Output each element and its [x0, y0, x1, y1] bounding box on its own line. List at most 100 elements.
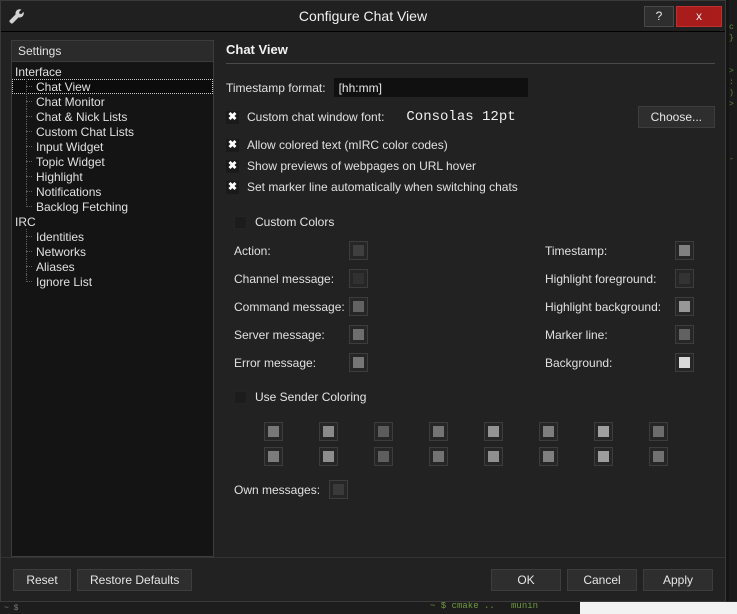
color-swatch-channel-message[interactable]: [349, 269, 368, 288]
dialog-body: Settings InterfaceChat ViewChat MonitorC…: [1, 32, 725, 557]
sidebar-item-topic-widget[interactable]: Topic Widget: [12, 154, 213, 169]
sender-color-swatch-11[interactable]: [374, 447, 393, 466]
sender-color-swatch-14[interactable]: [539, 447, 558, 466]
sidebar-item-chat-monitor[interactable]: Chat Monitor: [12, 94, 213, 109]
custom-colors-group-header: Custom Colors: [234, 215, 715, 229]
sender-coloring-group-header: Use Sender Coloring: [234, 390, 715, 404]
chat-view-settings-pane: Chat View Timestamp format: Custom chat …: [214, 40, 715, 557]
title-divider: [226, 63, 715, 64]
sidebar-item-custom-chat-lists[interactable]: Custom Chat Lists: [12, 124, 213, 139]
swatch-fill: [353, 245, 364, 256]
color-swatch-server-message[interactable]: [349, 325, 368, 344]
sender-coloring-checkbox[interactable]: [234, 391, 247, 404]
color-label-background: Background:: [545, 356, 675, 370]
sidebar-item-irc[interactable]: IRC: [12, 214, 213, 229]
custom-colors-checkbox[interactable]: [234, 216, 247, 229]
swatch-fill: [353, 273, 364, 284]
sender-color-swatch-5[interactable]: [484, 422, 503, 441]
swatch-fill: [268, 426, 279, 437]
sender-color-swatch-10[interactable]: [319, 447, 338, 466]
chat-view-toggle-list: Allow colored text (mIRC color codes) Sho…: [226, 138, 715, 201]
sender-color-swatch-12[interactable]: [429, 447, 448, 466]
ok-button[interactable]: OK: [491, 569, 561, 591]
swatch-fill: [323, 426, 334, 437]
color-swatch-error-message[interactable]: [349, 353, 368, 372]
settings-tree-header: Settings: [12, 41, 213, 62]
sidebar-item-label: Notifications: [36, 185, 101, 199]
sender-color-swatch-16[interactable]: [649, 447, 668, 466]
sidebar-item-chat-view[interactable]: Chat View: [12, 79, 213, 94]
sender-color-swatch-8[interactable]: [649, 422, 668, 441]
custom-font-checkbox[interactable]: [226, 111, 239, 124]
swatch-fill: [598, 426, 609, 437]
sender-color-swatch-4[interactable]: [429, 422, 448, 441]
restore-defaults-button[interactable]: Restore Defaults: [77, 569, 192, 591]
sender-color-swatch-9[interactable]: [264, 447, 283, 466]
sidebar-item-ignore-list[interactable]: Ignore List: [12, 274, 213, 289]
swatch-fill: [488, 451, 499, 462]
window-title: Configure Chat View: [1, 8, 725, 24]
sidebar-item-label: Chat View: [36, 80, 90, 94]
color-swatch-highlight-background[interactable]: [675, 297, 694, 316]
swatch-fill: [433, 451, 444, 462]
sidebar-item-label: Chat Monitor: [36, 95, 105, 109]
sidebar-item-input-widget[interactable]: Input Widget: [12, 139, 213, 154]
sidebar-item-label: Backlog Fetching: [36, 200, 128, 214]
swatch-fill: [598, 451, 609, 462]
sidebar-item-interface[interactable]: Interface: [12, 64, 213, 79]
sidebar-item-highlight[interactable]: Highlight: [12, 169, 213, 184]
toggle-row-1: Show previews of webpages on URL hover: [226, 159, 715, 173]
toggle-checkbox-1[interactable]: [226, 160, 239, 173]
sender-color-swatch-15[interactable]: [594, 447, 613, 466]
sidebar-item-identities[interactable]: Identities: [12, 229, 213, 244]
apply-button[interactable]: Apply: [643, 569, 713, 591]
sidebar-item-label: Identities: [36, 230, 84, 244]
sidebar-item-label: IRC: [15, 215, 36, 229]
color-swatch-command-message[interactable]: [349, 297, 368, 316]
background-white-window: [580, 602, 737, 614]
settings-tree[interactable]: Settings InterfaceChat ViewChat MonitorC…: [11, 40, 214, 557]
sidebar-item-backlog-fetching[interactable]: Backlog Fetching: [12, 199, 213, 214]
own-messages-color-swatch[interactable]: [329, 480, 348, 499]
sender-color-swatch-7[interactable]: [594, 422, 613, 441]
toggle-checkbox-2[interactable]: [226, 181, 239, 194]
color-swatch-marker-line[interactable]: [675, 325, 694, 344]
sidebar-item-aliases[interactable]: Aliases: [12, 259, 213, 274]
help-button[interactable]: ?: [644, 6, 674, 27]
sidebar-item-label: Chat & Nick Lists: [36, 110, 127, 124]
sidebar-item-notifications[interactable]: Notifications: [12, 184, 213, 199]
cancel-button[interactable]: Cancel: [567, 569, 637, 591]
sender-color-swatch-13[interactable]: [484, 447, 503, 466]
sidebar-item-label: Networks: [36, 245, 86, 259]
swatch-fill: [679, 301, 690, 312]
swatch-fill: [353, 301, 364, 312]
close-button[interactable]: x: [676, 6, 722, 27]
color-swatch-timestamp[interactable]: [675, 241, 694, 260]
sender-color-swatch-1[interactable]: [264, 422, 283, 441]
color-swatch-action[interactable]: [349, 241, 368, 260]
reset-button[interactable]: Reset: [13, 569, 71, 591]
swatch-fill: [323, 451, 334, 462]
timestamp-format-input[interactable]: [334, 78, 528, 97]
color-label-error-message: Error message:: [234, 356, 349, 370]
color-label-marker-line: Marker line:: [545, 328, 675, 342]
choose-font-button[interactable]: Choose...: [638, 106, 715, 128]
sidebar-item-networks[interactable]: Networks: [12, 244, 213, 259]
color-swatch-highlight-foreground[interactable]: [675, 269, 694, 288]
swatch-fill: [543, 426, 554, 437]
own-messages-row: Own messages:: [234, 480, 715, 499]
color-swatch-background[interactable]: [675, 353, 694, 372]
sender-color-swatch-grid: [264, 422, 715, 466]
sidebar-item-label: Highlight: [36, 170, 83, 184]
desktop-right-strip: c } > : ) > -: [729, 0, 737, 614]
toggle-label-2: Set marker line automatically when switc…: [247, 180, 518, 194]
toggle-checkbox-0[interactable]: [226, 139, 239, 152]
swatch-fill: [679, 357, 690, 368]
sender-color-swatch-3[interactable]: [374, 422, 393, 441]
sender-color-swatch-6[interactable]: [539, 422, 558, 441]
toggle-row-0: Allow colored text (mIRC color codes): [226, 138, 715, 152]
sidebar-item-chat-nick-lists[interactable]: Chat & Nick Lists: [12, 109, 213, 124]
color-label-server-message: Server message:: [234, 328, 349, 342]
custom-colors-label: Custom Colors: [255, 215, 334, 229]
sender-color-swatch-2[interactable]: [319, 422, 338, 441]
